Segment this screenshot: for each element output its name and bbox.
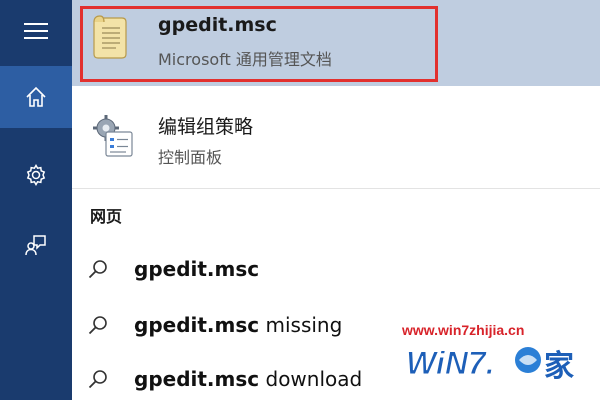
web-section-header: 网页	[90, 207, 123, 226]
rail-settings-button[interactable]	[0, 144, 72, 206]
watermark-logo: WiN7. 家	[406, 345, 575, 385]
svg-text:家: 家	[544, 349, 574, 384]
best-match-title: gpedit.msc	[158, 14, 277, 36]
rail-menu-button[interactable]	[0, 0, 72, 62]
web-result-query: gpedit.msc	[134, 257, 260, 281]
rail-home-button[interactable]	[0, 66, 72, 128]
best-match-result[interactable]: gpedit.msc Microsoft 通用管理文档	[72, 0, 600, 86]
app-result-subtitle: 控制面板	[158, 148, 223, 167]
best-match-subtitle: Microsoft 通用管理文档	[158, 50, 332, 69]
feedback-icon	[25, 235, 46, 256]
search-icon	[88, 370, 107, 389]
rail-feedback-button[interactable]	[0, 214, 72, 276]
web-result-query: gpedit.msc missing	[134, 313, 343, 337]
hamburger-icon	[24, 23, 48, 39]
gear-icon	[26, 164, 46, 186]
watermark-url: www.win7zhijia.cn	[402, 322, 525, 338]
svg-text:WiN7.: WiN7.	[406, 345, 495, 381]
start-search-panel: gpedit.msc Microsoft 通用管理文档 编辑组策略 控制面板 网…	[0, 0, 600, 400]
search-icon	[88, 260, 107, 279]
home-icon	[26, 86, 46, 107]
app-result[interactable]: 编辑组策略 控制面板	[72, 98, 600, 176]
search-icon	[88, 316, 107, 335]
left-rail	[0, 0, 72, 400]
app-result-title: 编辑组策略	[158, 116, 254, 138]
web-result-1[interactable]: gpedit.msc	[72, 248, 600, 290]
web-result-query: gpedit.msc download	[134, 367, 363, 391]
document-icon	[93, 15, 127, 59]
control-panel-icon	[93, 115, 133, 157]
section-divider	[72, 188, 600, 189]
